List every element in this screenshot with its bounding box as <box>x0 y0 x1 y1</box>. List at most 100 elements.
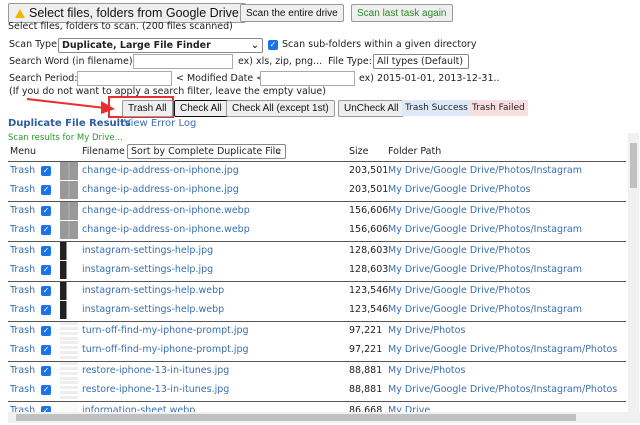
file-thumbnail <box>60 260 78 279</box>
filename-link[interactable]: instagram-settings-help.jpg <box>82 264 213 275</box>
scan-type-value: Duplicate, Large File Finder <box>62 40 211 51</box>
vertical-scrollbar-thumb[interactable] <box>630 143 637 188</box>
file-thumbnail <box>60 340 78 359</box>
folder-path-link[interactable]: My Drive/Google Drive/Photos/Instagram/P… <box>388 344 617 355</box>
filename-link[interactable]: turn-off-find-my-iphone-prompt.jpg <box>82 325 249 336</box>
period-to-input[interactable] <box>260 71 355 86</box>
file-size: 88,881 <box>349 383 383 395</box>
view-error-log-link[interactable]: View Error Log <box>124 118 196 129</box>
filename-link[interactable]: change-ip-address-on-iphone.webp <box>82 224 250 235</box>
header-filename: Filename <box>82 146 125 157</box>
chevron-down-icon: ⌄ <box>274 146 282 157</box>
row-checkbox[interactable]: ✓ <box>41 384 51 395</box>
vertical-scrollbar[interactable] <box>628 133 639 412</box>
trash-link[interactable]: Trash <box>10 365 35 376</box>
filename-link[interactable]: restore-iphone-13-in-itunes.jpg <box>82 384 229 395</box>
file-thumbnail <box>60 300 78 319</box>
trash-failed-legend: Trash Failed <box>469 100 528 116</box>
row-checkbox[interactable]: ✓ <box>41 286 51 296</box>
file-size: 156,606 <box>349 205 389 216</box>
filename-link[interactable]: restore-iphone-13-in-itunes.jpg <box>82 365 229 376</box>
uncheck-all-button[interactable]: UnCheck All <box>338 100 405 117</box>
scan-entire-drive-button[interactable]: Scan the entire drive <box>240 4 344 22</box>
folder-path-link[interactable]: My Drive/Google Drive/Photos/Instagram <box>388 304 582 315</box>
row-checkbox[interactable]: ✓ <box>41 184 51 195</box>
trash-link[interactable]: Trash <box>10 245 35 256</box>
trash-link[interactable]: Trash <box>10 165 35 176</box>
filename-link[interactable]: change-ip-address-on-iphone.jpg <box>82 184 239 195</box>
trash-link[interactable]: Trash <box>10 184 35 195</box>
select-from-drive-button[interactable]: Select files, folders from Google Drive <box>8 3 246 23</box>
select-label: Select files, folders from Google Drive <box>29 6 239 20</box>
filename-link[interactable]: instagram-settings-help.jpg <box>82 245 213 256</box>
trash-success-legend: Trash Success <box>402 100 471 116</box>
sort-select[interactable]: Sort by Complete Duplicate File ⌄ <box>127 144 286 159</box>
filename-link[interactable]: change-ip-address-on-iphone.jpg <box>82 165 239 176</box>
check-all-except-first-button[interactable]: Check All (except 1st) <box>226 100 335 117</box>
horizontal-scrollbar[interactable] <box>8 412 640 423</box>
trash-link[interactable]: Trash <box>10 205 35 216</box>
row-checkbox[interactable]: ✓ <box>41 344 51 355</box>
results-title: Duplicate File Results <box>8 118 131 129</box>
file-thumbnail <box>60 202 78 220</box>
trash-link[interactable]: Trash <box>10 325 35 336</box>
trash-link[interactable]: Trash <box>10 264 35 275</box>
file-size: 203,501 <box>349 165 389 176</box>
file-thumbnail <box>60 180 78 199</box>
scan-last-task-button[interactable]: Scan last task again <box>351 4 453 22</box>
file-size: 88,881 <box>349 365 383 376</box>
file-type-select[interactable]: All types (Default) <box>373 54 469 69</box>
google-drive-icon <box>15 9 25 18</box>
filename-link[interactable]: instagram-settings-help.webp <box>82 304 224 315</box>
folder-path-link[interactable]: My Drive/Google Drive/Photos <box>388 285 530 296</box>
folder-path-link[interactable]: My Drive/Google Drive/Photos/Instagram <box>388 224 582 235</box>
folder-path-link[interactable]: My Drive/Google Drive/Photos <box>388 184 530 195</box>
trash-link[interactable]: Trash <box>10 384 35 395</box>
trash-link[interactable]: Trash <box>10 344 35 355</box>
search-word-input[interactable] <box>133 54 233 69</box>
file-thumbnail <box>60 162 78 180</box>
trash-link[interactable]: Trash <box>10 304 35 315</box>
row-checkbox[interactable]: ✓ <box>41 366 51 376</box>
subfolders-label: Scan sub-folders within a given director… <box>282 39 477 50</box>
folder-path-link[interactable]: My Drive/Photos <box>388 365 465 376</box>
folder-path-link[interactable]: My Drive/Google Drive/Photos/Instagram <box>388 264 582 275</box>
row-checkbox[interactable]: ✓ <box>41 206 51 216</box>
file-size: 156,606 <box>349 223 389 235</box>
period-label: Search Period: <box>9 73 78 84</box>
group-separator <box>8 401 626 402</box>
folder-path-link[interactable]: My Drive/Photos <box>388 325 465 336</box>
filename-link[interactable]: turn-off-find-my-iphone-prompt.jpg <box>82 344 249 355</box>
trash-all-button[interactable]: Trash All <box>122 100 173 117</box>
row-checkbox[interactable]: ✓ <box>41 264 51 275</box>
red-arrow-annotation <box>26 98 115 114</box>
check-all-button[interactable]: Check All <box>174 100 228 117</box>
filename-link[interactable]: change-ip-address-on-iphone.webp <box>82 205 250 216</box>
subfolders-checkbox[interactable]: ✓ <box>268 40 278 50</box>
row-checkbox[interactable]: ✓ <box>41 326 51 336</box>
folder-path-link[interactable]: My Drive/Google Drive/Photos <box>388 205 530 216</box>
file-size: 123,546 <box>349 285 389 296</box>
folder-path-link[interactable]: My Drive/Google Drive/Photos/Instagram/P… <box>388 384 617 395</box>
filename-link[interactable]: instagram-settings-help.webp <box>82 285 224 296</box>
trash-link[interactable]: Trash <box>10 224 35 235</box>
modified-date-label: < Modified Date < <box>176 73 265 84</box>
row-checkbox[interactable]: ✓ <box>41 166 51 176</box>
file-size: 123,546 <box>349 303 389 315</box>
row-checkbox[interactable]: ✓ <box>41 246 51 256</box>
horizontal-scrollbar-thumb[interactable] <box>16 414 576 421</box>
row-checkbox[interactable]: ✓ <box>41 224 51 235</box>
trash-link[interactable]: Trash <box>10 285 35 296</box>
scan-type-select[interactable]: Duplicate, Large File Finder ⌄ <box>58 38 263 53</box>
folder-path-link[interactable]: My Drive/Google Drive/Photos/Instagram <box>388 165 582 176</box>
group-separator <box>8 201 626 202</box>
file-size: 128,603 <box>349 263 389 275</box>
period-from-input[interactable] <box>77 71 172 86</box>
file-thumbnail <box>60 242 78 260</box>
folder-path-link[interactable]: My Drive/Google Drive/Photos <box>388 245 530 256</box>
group-separator <box>8 361 626 362</box>
file-size: 97,221 <box>349 343 383 355</box>
group-separator <box>8 281 626 282</box>
search-word-label: Search Word (in filename): <box>9 56 136 67</box>
row-checkbox[interactable]: ✓ <box>41 304 51 315</box>
